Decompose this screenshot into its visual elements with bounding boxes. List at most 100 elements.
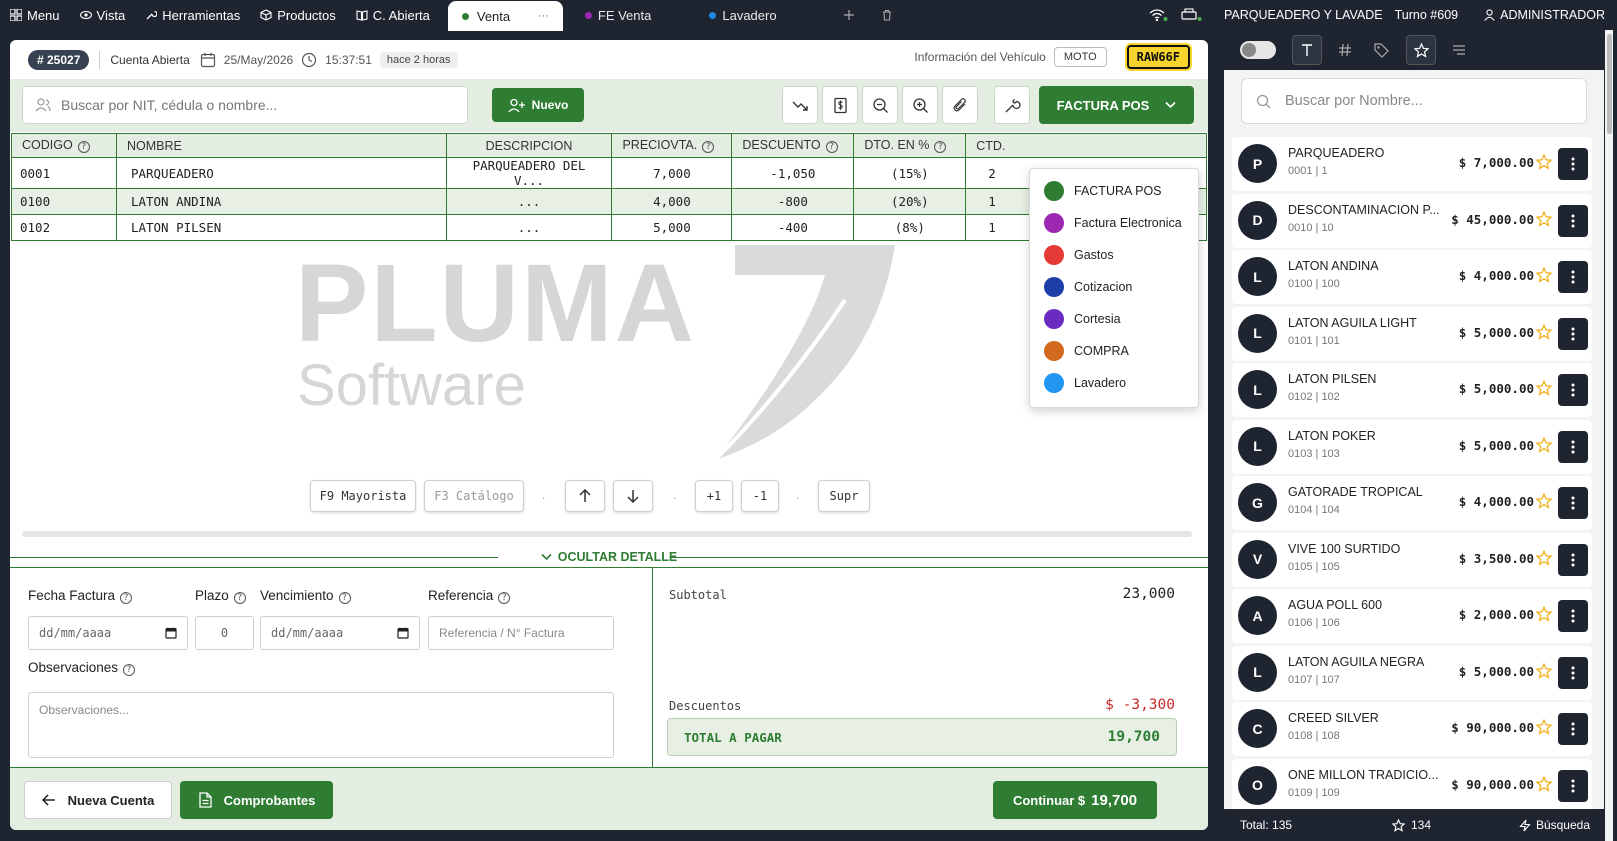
supr-button[interactable]: Supr bbox=[818, 480, 870, 512]
calendar-icon[interactable] bbox=[165, 627, 177, 639]
invoice-dollar-button[interactable] bbox=[822, 86, 858, 124]
user-menu[interactable]: ADMINISTRADOR bbox=[1484, 8, 1605, 22]
product-more-button[interactable] bbox=[1558, 317, 1588, 350]
printer-icon[interactable] bbox=[1180, 8, 1202, 22]
cell-nombre[interactable]: PARQUEADERO bbox=[115, 157, 447, 189]
product-more-button[interactable] bbox=[1558, 374, 1588, 406]
product-list-item[interactable]: G GATORADE TROPICAL 0104 | 104 $ 4,000.00 bbox=[1232, 476, 1592, 530]
attach-button[interactable] bbox=[942, 86, 978, 124]
product-more-button[interactable] bbox=[1558, 713, 1588, 745]
continuar-button[interactable]: Continuar $ 19,700 bbox=[993, 781, 1157, 819]
herramientas-button[interactable]: Herramientas bbox=[135, 0, 250, 30]
favorite-star-icon[interactable] bbox=[1536, 549, 1552, 566]
calendar-icon[interactable] bbox=[397, 627, 409, 639]
product-more-button[interactable] bbox=[1558, 600, 1588, 632]
nueva-cuenta-button[interactable]: Nueva Cuenta bbox=[24, 781, 172, 819]
col-dto[interactable]: DTO. EN %? bbox=[853, 133, 967, 158]
product-list-item[interactable]: L LATON POKER 0103 | 103 $ 5,000.00 bbox=[1232, 419, 1592, 474]
vehicle-type-badge[interactable]: MOTO bbox=[1053, 47, 1107, 67]
cell-dto[interactable]: (8%) bbox=[853, 214, 967, 241]
product-list-item[interactable]: C CREED SILVER 0108 | 108 $ 90,000.00 bbox=[1232, 702, 1592, 756]
move-down-button[interactable] bbox=[613, 480, 653, 512]
comprobantes-button[interactable]: Comprobantes bbox=[180, 781, 333, 819]
trend-down-button[interactable] bbox=[782, 86, 818, 124]
document-type-select[interactable]: FACTURA POS bbox=[1039, 86, 1194, 124]
cell-codigo[interactable]: 0102 bbox=[11, 214, 117, 241]
favorite-star-icon[interactable] bbox=[1536, 210, 1552, 227]
tab-more-icon[interactable]: ··· bbox=[538, 10, 549, 22]
col-precio[interactable]: PRECIOVTA.? bbox=[611, 133, 733, 158]
cell-nombre[interactable]: LATON ANDINA bbox=[115, 188, 447, 215]
product-more-button[interactable] bbox=[1558, 430, 1588, 463]
table-row[interactable]: 0100 LATON ANDINA ... 4,000 -800 (20%) 1 bbox=[11, 188, 1207, 215]
filter-favorites-button[interactable] bbox=[1406, 35, 1436, 65]
product-list-item[interactable]: L LATON AGUILA NEGRA 0107 | 107 $ 5,000.00 bbox=[1232, 645, 1592, 700]
table-row[interactable]: 0102 LATON PILSEN ... 5,000 -400 (8%) 1 bbox=[11, 214, 1207, 241]
favorite-star-icon[interactable] bbox=[1536, 493, 1552, 509]
customer-search-input[interactable]: Buscar por NIT, cédula o nombre... bbox=[22, 86, 468, 124]
toggle-detail-button[interactable]: OCULTAR DETALLE bbox=[10, 547, 1208, 567]
search-mode-button[interactable]: Búsqueda bbox=[1519, 818, 1590, 832]
filter-text-button[interactable] bbox=[1292, 35, 1322, 65]
product-more-button[interactable] bbox=[1558, 769, 1588, 802]
settings-wrench-button[interactable] bbox=[994, 86, 1030, 124]
cell-dto[interactable]: (15%) bbox=[853, 157, 967, 189]
favorite-star-icon[interactable] bbox=[1536, 267, 1552, 283]
favorite-star-icon[interactable] bbox=[1536, 323, 1552, 340]
tab-venta[interactable]: Venta ··· bbox=[447, 1, 563, 31]
cell-descuento[interactable]: -800 bbox=[731, 188, 855, 215]
cell-descripcion[interactable]: ... bbox=[445, 188, 613, 215]
product-list-item[interactable]: L LATON ANDINA 0100 | 100 $ 4,000.00 bbox=[1232, 250, 1592, 304]
new-customer-button[interactable]: Nuevo bbox=[492, 88, 584, 122]
referencia-input[interactable]: Referencia / N° Factura bbox=[428, 616, 614, 650]
doc-option-factura-pos[interactable]: FACTURA POS bbox=[1030, 175, 1198, 207]
tab-lavadero[interactable]: Lavadero bbox=[695, 0, 790, 30]
filter-hash-button[interactable] bbox=[1330, 35, 1360, 65]
vencimiento-input[interactable]: dd/mm/aaaa bbox=[260, 616, 420, 650]
add-tab-button[interactable] bbox=[833, 0, 865, 30]
tab-fe-venta[interactable]: FE Venta bbox=[571, 0, 665, 30]
horizontal-scrollbar[interactable] bbox=[22, 531, 1192, 537]
col-descuento[interactable]: DESCUENTO? bbox=[731, 133, 855, 158]
product-more-button[interactable] bbox=[1558, 148, 1588, 180]
doc-option-cotizacion[interactable]: Cotizacion bbox=[1030, 271, 1198, 303]
doc-option-lavadero[interactable]: Lavadero bbox=[1030, 367, 1198, 399]
col-codigo[interactable]: CODIGO? bbox=[11, 133, 117, 158]
product-more-button[interactable] bbox=[1558, 204, 1588, 237]
mayorista-button[interactable]: F9 Mayorista bbox=[310, 480, 416, 512]
product-search-input[interactable]: Buscar por Nombre... bbox=[1241, 78, 1587, 124]
catalogo-button[interactable]: F3 Catálogo bbox=[424, 480, 524, 512]
doc-option-gastos[interactable]: Gastos bbox=[1030, 239, 1198, 271]
license-plate[interactable]: RAW66F bbox=[1126, 45, 1190, 69]
favorite-star-icon[interactable] bbox=[1536, 380, 1552, 396]
doc-option-factura-electronica[interactable]: Factura Electronica bbox=[1030, 207, 1198, 239]
observaciones-textarea[interactable]: Observaciones... bbox=[28, 692, 614, 758]
cell-codigo[interactable]: 0001 bbox=[11, 157, 117, 189]
cell-nombre[interactable]: LATON PILSEN bbox=[115, 214, 447, 241]
cell-precio[interactable]: 5,000 bbox=[611, 214, 733, 241]
favorite-star-icon[interactable] bbox=[1536, 436, 1552, 453]
cell-dto[interactable]: (20%) bbox=[853, 188, 967, 215]
product-panel-scrollbar[interactable] bbox=[1605, 30, 1613, 841]
product-list-item[interactable]: A AGUA POLL 600 0106 | 106 $ 2,000.00 bbox=[1232, 589, 1592, 643]
doc-option-cortesia[interactable]: Cortesia bbox=[1030, 303, 1198, 335]
fecha-factura-input[interactable]: dd/mm/aaaa bbox=[28, 616, 188, 650]
zoom-in-button[interactable] bbox=[902, 86, 938, 124]
favorite-star-icon[interactable] bbox=[1536, 662, 1552, 679]
filter-list-button[interactable] bbox=[1444, 35, 1474, 65]
zoom-out-button[interactable] bbox=[862, 86, 898, 124]
cell-precio[interactable]: 4,000 bbox=[611, 188, 733, 215]
col-nombre[interactable]: NOMBRE bbox=[115, 133, 447, 158]
cell-descripcion[interactable]: ... bbox=[445, 214, 613, 241]
move-up-button[interactable] bbox=[565, 480, 605, 512]
product-list-item[interactable]: L LATON PILSEN 0102 | 102 $ 5,000.00 bbox=[1232, 363, 1592, 417]
product-list-item[interactable]: V VIVE 100 SURTIDO 0105 | 105 $ 3,500.00 bbox=[1232, 532, 1592, 587]
cell-descuento[interactable]: -400 bbox=[731, 214, 855, 241]
product-more-button[interactable] bbox=[1558, 487, 1588, 519]
cell-codigo[interactable]: 0100 bbox=[11, 188, 117, 215]
favorite-star-icon[interactable] bbox=[1536, 606, 1552, 622]
cell-precio[interactable]: 7,000 bbox=[611, 157, 733, 189]
product-list-item[interactable]: L LATON AGUILA LIGHT 0101 | 101 $ 5,000.00 bbox=[1232, 306, 1592, 361]
favorite-star-icon[interactable] bbox=[1536, 154, 1552, 170]
col-descripcion[interactable]: DESCRIPCION bbox=[445, 133, 613, 158]
